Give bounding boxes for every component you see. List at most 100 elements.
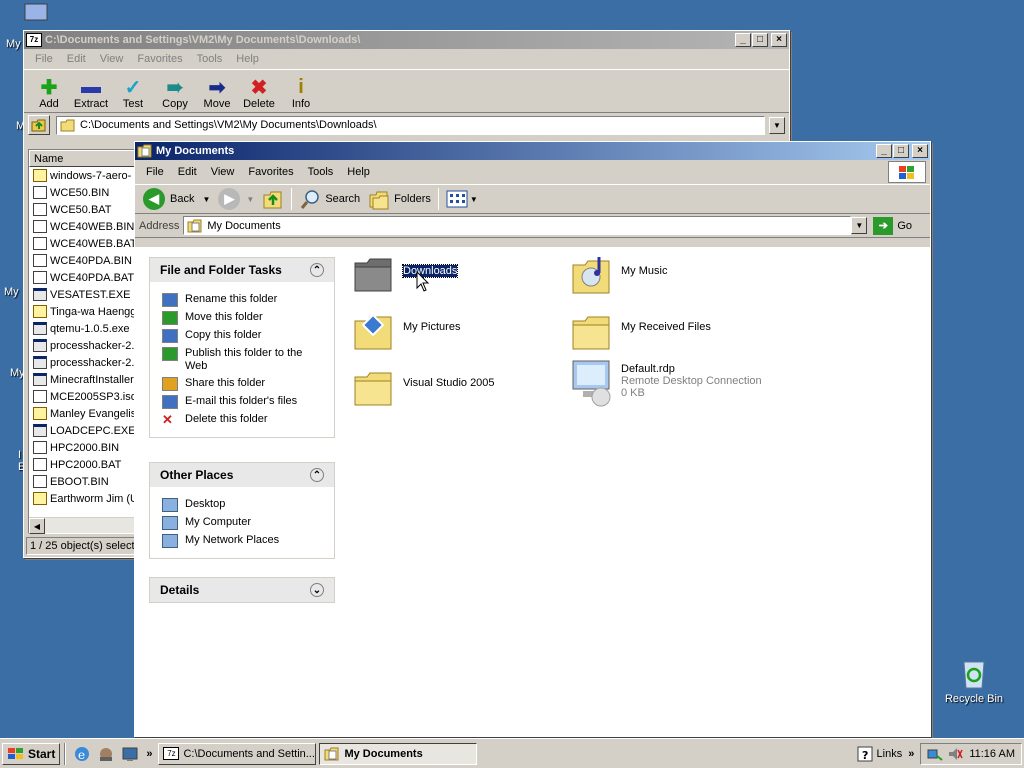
clock[interactable]: 11:16 AM	[969, 748, 1015, 760]
go-button[interactable]: ➔ Go	[873, 216, 926, 235]
folder-my-music[interactable]: My Music	[571, 255, 781, 295]
minimize-button[interactable]: _	[735, 33, 751, 47]
file-row[interactable]: MinecraftInstaller	[29, 371, 137, 388]
folder-my-pictures[interactable]: My Pictures	[353, 311, 563, 351]
folders-button[interactable]: Folders	[364, 186, 435, 212]
menu-favorites[interactable]: Favorites	[241, 164, 300, 180]
menu-help[interactable]: Help	[229, 51, 266, 67]
up-folder-button[interactable]	[28, 115, 50, 135]
file-row[interactable]: MCE2005SP3.iso	[29, 388, 137, 405]
horizontal-scrollbar[interactable]: ◀	[29, 517, 137, 534]
extract-button[interactable]: ▬ Extract	[70, 76, 112, 111]
address-field[interactable]: My Documents	[183, 216, 852, 235]
file-row[interactable]: WCE50.BAT	[29, 201, 137, 218]
place-link[interactable]: Desktop	[162, 498, 324, 512]
folder-downloads[interactable]: Downloads	[353, 255, 563, 295]
task-link[interactable]: Copy this folder	[162, 329, 324, 343]
forward-button[interactable]: ▶ ▼	[214, 186, 258, 212]
menu-view[interactable]: View	[93, 51, 131, 67]
menu-help[interactable]: Help	[340, 164, 377, 180]
up-button[interactable]	[258, 186, 288, 212]
task-link[interactable]: ✕ Delete this folder	[162, 413, 324, 427]
help-icon[interactable]: ?	[857, 746, 873, 762]
close-button[interactable]: ×	[771, 33, 787, 47]
zip-file-list[interactable]: Name windows-7-aero- WCE50.BIN WCE50.BAT WC…	[28, 149, 138, 534]
delete-button[interactable]: ✖ Delete	[238, 76, 280, 111]
quicklaunch-chevron[interactable]: »	[146, 748, 152, 760]
details-header[interactable]: Details ⌄	[150, 578, 334, 602]
task-link[interactable]: Move this folder	[162, 311, 324, 325]
task-link[interactable]: Rename this folder	[162, 293, 324, 307]
file-row[interactable]: LOADCEPC.EXE	[29, 422, 137, 439]
file-row[interactable]: Tinga-wa Haengg	[29, 303, 137, 320]
file-row[interactable]: EBOOT.BIN	[29, 473, 137, 490]
explorer-titlebar[interactable]: My Documents _ □ ×	[135, 142, 930, 160]
maximize-button[interactable]: □	[893, 144, 909, 158]
scroll-left-button[interactable]: ◀	[29, 518, 45, 534]
collapse-icon[interactable]: ⌃	[310, 263, 324, 277]
file-row[interactable]: WCE40PDA.BIN	[29, 252, 137, 269]
expand-icon[interactable]: ⌄	[310, 583, 324, 597]
zip-path-field[interactable]: C:\Documents and Settings\VM2\My Documen…	[56, 115, 765, 135]
task-link[interactable]: Publish this folder to the Web	[162, 347, 324, 373]
tasks-header[interactable]: File and Folder Tasks ⌃	[150, 258, 334, 282]
taskbar-item-my-documents[interactable]: My Documents	[319, 742, 478, 765]
folder-my-received-files[interactable]: My Received Files	[571, 311, 781, 351]
menu-edit[interactable]: Edit	[60, 51, 93, 67]
forward-dropdown-icon[interactable]: ▼	[246, 195, 254, 204]
move-button[interactable]: ➡ Move	[196, 76, 238, 111]
minimize-button[interactable]: _	[876, 144, 892, 158]
menu-tools[interactable]: Tools	[190, 51, 230, 67]
close-button[interactable]: ×	[912, 144, 928, 158]
file-row[interactable]: Earthworm Jim (U	[29, 490, 137, 507]
file-default-rdp[interactable]: Default.rdp Remote Desktop Connection 0 …	[571, 359, 781, 407]
back-dropdown-icon[interactable]: ▼	[202, 195, 210, 204]
column-header-name[interactable]: Name	[29, 150, 137, 167]
file-row[interactable]: Manley Evangelis	[29, 405, 137, 422]
network-icon[interactable]	[97, 745, 115, 763]
tray-network-icon[interactable]	[927, 746, 943, 762]
taskbar-item-7zip[interactable]: 7z C:\Documents and Settin...	[158, 742, 317, 765]
place-link[interactable]: My Computer	[162, 516, 324, 530]
menu-edit[interactable]: Edit	[171, 164, 204, 180]
menu-file[interactable]: File	[139, 164, 171, 180]
views-button[interactable]: ▼	[442, 186, 482, 212]
file-row[interactable]: processhacker-2.	[29, 354, 137, 371]
file-row[interactable]: VESATEST.EXE	[29, 286, 137, 303]
other-places-header[interactable]: Other Places ⌃	[150, 463, 334, 487]
menu-favorites[interactable]: Favorites	[130, 51, 189, 67]
search-button[interactable]: Search	[295, 186, 364, 212]
add-button[interactable]: ✚ Add	[28, 76, 70, 111]
file-row[interactable]: windows-7-aero-	[29, 167, 137, 184]
file-row[interactable]: WCE40PDA.BAT	[29, 269, 137, 286]
show-desktop-icon[interactable]	[121, 745, 139, 763]
internet-explorer-icon[interactable]: e	[73, 745, 91, 763]
recycle-bin[interactable]: Recycle Bin	[940, 656, 1008, 705]
tray-volume-icon[interactable]	[947, 746, 963, 762]
info-button[interactable]: i Info	[280, 76, 322, 111]
links-chevron[interactable]: »	[908, 748, 914, 760]
file-row[interactable]: WCE50.BIN	[29, 184, 137, 201]
address-dropdown-button[interactable]: ▼	[851, 217, 868, 234]
desktop-icon-top[interactable]	[22, 2, 54, 24]
path-dropdown-button[interactable]: ▼	[769, 116, 785, 134]
zip-titlebar[interactable]: 7z C:\Documents and Settings\VM2\My Docu…	[24, 31, 789, 49]
folder-visual-studio-2005[interactable]: Visual Studio 2005	[353, 367, 563, 407]
file-row[interactable]: WCE40WEB.BAT	[29, 235, 137, 252]
menu-file[interactable]: File	[28, 51, 60, 67]
menu-view[interactable]: View	[204, 164, 242, 180]
links-toolbar[interactable]: Links	[877, 748, 903, 760]
file-row[interactable]: qtemu-1.0.5.exe	[29, 320, 137, 337]
back-button[interactable]: ◀ Back ▼	[139, 186, 214, 212]
copy-button[interactable]: ➠ Copy	[154, 76, 196, 111]
explorer-content[interactable]: File and Folder Tasks ⌃ Rename this fold…	[135, 247, 930, 736]
file-row[interactable]: WCE40WEB.BIN	[29, 218, 137, 235]
start-button[interactable]: Start	[2, 742, 61, 765]
menu-tools[interactable]: Tools	[301, 164, 341, 180]
collapse-icon[interactable]: ⌃	[310, 468, 324, 482]
file-row[interactable]: HPC2000.BIN	[29, 439, 137, 456]
task-link[interactable]: Share this folder	[162, 377, 324, 391]
test-button[interactable]: ✓ Test	[112, 76, 154, 111]
file-row[interactable]: HPC2000.BAT	[29, 456, 137, 473]
file-row[interactable]: processhacker-2.	[29, 337, 137, 354]
